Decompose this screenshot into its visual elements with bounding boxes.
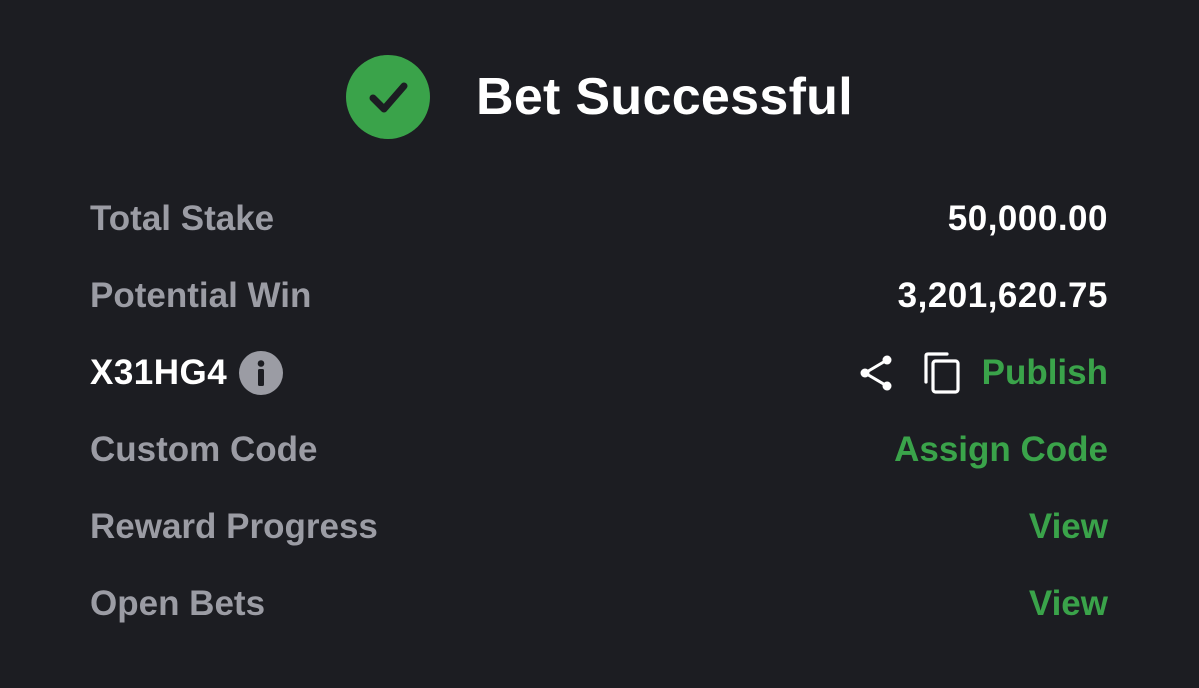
bet-details: Total Stake 50,000.00 Potential Win 3,20… bbox=[90, 180, 1108, 642]
total-stake-row: Total Stake 50,000.00 bbox=[90, 180, 1108, 257]
reward-progress-label: Reward Progress bbox=[90, 506, 378, 546]
booking-code-group: X31HG4 bbox=[90, 350, 284, 395]
check-circle-icon bbox=[345, 55, 430, 139]
open-bets-view-button[interactable]: View bbox=[1029, 584, 1108, 624]
success-header: Bet Successful bbox=[0, 54, 1199, 140]
copy-icon[interactable] bbox=[922, 351, 962, 395]
publish-button[interactable]: Publish bbox=[982, 353, 1108, 393]
open-bets-label: Open Bets bbox=[90, 583, 266, 623]
share-icon[interactable] bbox=[856, 353, 896, 393]
checkmark-icon bbox=[369, 82, 408, 113]
total-stake-label: Total Stake bbox=[90, 198, 275, 238]
potential-win-value: 3,201,620.75 bbox=[897, 275, 1108, 315]
custom-code-label: Custom Code bbox=[90, 429, 318, 469]
page-title: Bet Successful bbox=[475, 68, 853, 126]
info-icon[interactable] bbox=[239, 350, 284, 395]
custom-code-row: Custom Code Assign Code bbox=[90, 411, 1108, 488]
open-bets-row: Open Bets View bbox=[90, 565, 1108, 642]
bet-success-screen: Bet Successful Total Stake 50,000.00 Pot… bbox=[0, 0, 1199, 688]
booking-actions: Publish bbox=[856, 351, 1108, 395]
potential-win-row: Potential Win 3,201,620.75 bbox=[90, 257, 1108, 334]
reward-progress-row: Reward Progress View bbox=[90, 488, 1108, 565]
reward-progress-view-button[interactable]: View bbox=[1029, 507, 1108, 547]
booking-code: X31HG4 bbox=[90, 352, 228, 392]
potential-win-label: Potential Win bbox=[90, 275, 312, 315]
booking-code-row: X31HG4 Publish bbox=[90, 334, 1108, 411]
total-stake-value: 50,000.00 bbox=[947, 198, 1108, 238]
assign-code-button[interactable]: Assign Code bbox=[894, 430, 1108, 470]
